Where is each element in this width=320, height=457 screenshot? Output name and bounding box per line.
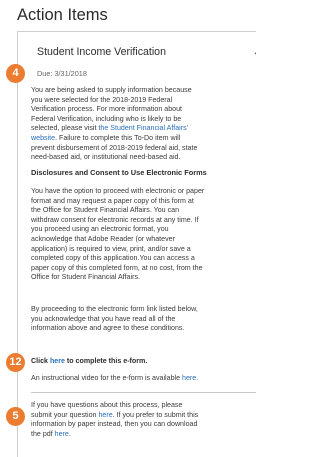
submit-question-link[interactable]: here bbox=[98, 411, 112, 419]
text-fragment: to complete this e-form. bbox=[64, 357, 148, 365]
chevron-up-icon[interactable] bbox=[253, 48, 256, 56]
text-line: application) is required to view, print,… bbox=[31, 244, 191, 253]
text-fragment: . Failure to complete this To-Do item wi… bbox=[55, 133, 181, 142]
text-fragment: the pdf bbox=[31, 429, 55, 438]
text-line: withdraw consent for electronic records … bbox=[31, 215, 199, 224]
text-line: information above and agree to these con… bbox=[31, 324, 185, 333]
video-line: An instructional video for the e-form is… bbox=[31, 374, 256, 384]
text-line: Federal Verification, including who is l… bbox=[31, 114, 182, 123]
text-line: the pdf here. bbox=[31, 430, 256, 440]
step-badge: 4 bbox=[6, 64, 25, 83]
text-line: need-based aid, or institutional need-ba… bbox=[31, 153, 181, 162]
text-fragment: submit your question bbox=[31, 410, 99, 419]
text-line: Office for Student Financial Affairs. bbox=[31, 273, 140, 282]
text-line: If you have questions about this process… bbox=[31, 401, 183, 409]
complete-eform-line: Click here to complete this e-form. bbox=[31, 357, 256, 367]
action-item-title[interactable]: Student Income Verification bbox=[37, 46, 166, 58]
text-line: selected, please visit the Student Finan… bbox=[31, 124, 256, 134]
step-badge: 12 bbox=[6, 353, 25, 372]
text-line: website. Failure to complete this To-Do … bbox=[31, 134, 256, 144]
text-line: information by paper instead, then you c… bbox=[31, 420, 198, 429]
text-line: you were selected for the 2018-2019 Fede… bbox=[31, 95, 173, 104]
agreement-paragraph: By proceeding to the electronic form lin… bbox=[31, 305, 256, 334]
text-line: You are being asked to supply informatio… bbox=[31, 86, 192, 94]
text-fragment: . bbox=[68, 429, 71, 438]
text-line: acknowledge that Adobe Reader (or whatev… bbox=[31, 234, 175, 243]
divider bbox=[31, 392, 256, 393]
text-fragment: Click bbox=[31, 357, 50, 365]
text-line: prevent disbursement of 2018-2019 federa… bbox=[31, 143, 198, 152]
sfa-website-link[interactable]: website bbox=[31, 134, 55, 142]
text-line: you proceed using an electronic format, … bbox=[31, 225, 169, 234]
page-title: Action Items bbox=[17, 6, 108, 24]
intro-paragraph: You are being asked to supply informatio… bbox=[31, 86, 256, 163]
disclosure-heading: Disclosures and Consent to Use Electroni… bbox=[31, 168, 207, 177]
complete-eform-link[interactable]: here bbox=[50, 357, 65, 365]
text-fragment: An instructional video for the e-form is… bbox=[31, 374, 183, 382]
text-fragment: . bbox=[196, 374, 199, 382]
text-line: completed copy of this application.You c… bbox=[31, 254, 195, 263]
text-line: By proceeding to the electronic form lin… bbox=[31, 305, 198, 313]
text-line: You have the option to proceed with elec… bbox=[31, 187, 205, 195]
due-date: Due: 3/31/2018 bbox=[37, 69, 87, 78]
action-items-page: Action Items Student Income Verification… bbox=[0, 0, 256, 457]
text-line: paper copy of this completed form, at no… bbox=[31, 263, 203, 272]
text-line: format and may request a paper copy of t… bbox=[31, 196, 194, 205]
text-line: submit your question here. If you prefer… bbox=[31, 411, 256, 421]
text-line: the Office for Student Financial Affairs… bbox=[31, 206, 180, 215]
questions-paragraph: If you have questions about this process… bbox=[31, 401, 256, 439]
disclosure-paragraph: You have the option to proceed with elec… bbox=[31, 187, 256, 283]
text-line: you acknowledge that you have read all o… bbox=[31, 314, 176, 323]
text-line: Verification process. For more informati… bbox=[31, 105, 183, 114]
text-fragment: selected, please visit bbox=[31, 124, 99, 133]
step-badge: 5 bbox=[6, 407, 25, 426]
download-pdf-link[interactable]: here bbox=[55, 430, 69, 438]
text-fragment: . If you prefer to submit this bbox=[112, 410, 199, 419]
sfa-website-link[interactable]: the Student Financial Affairs' bbox=[98, 124, 188, 132]
video-link[interactable]: here bbox=[182, 374, 196, 382]
